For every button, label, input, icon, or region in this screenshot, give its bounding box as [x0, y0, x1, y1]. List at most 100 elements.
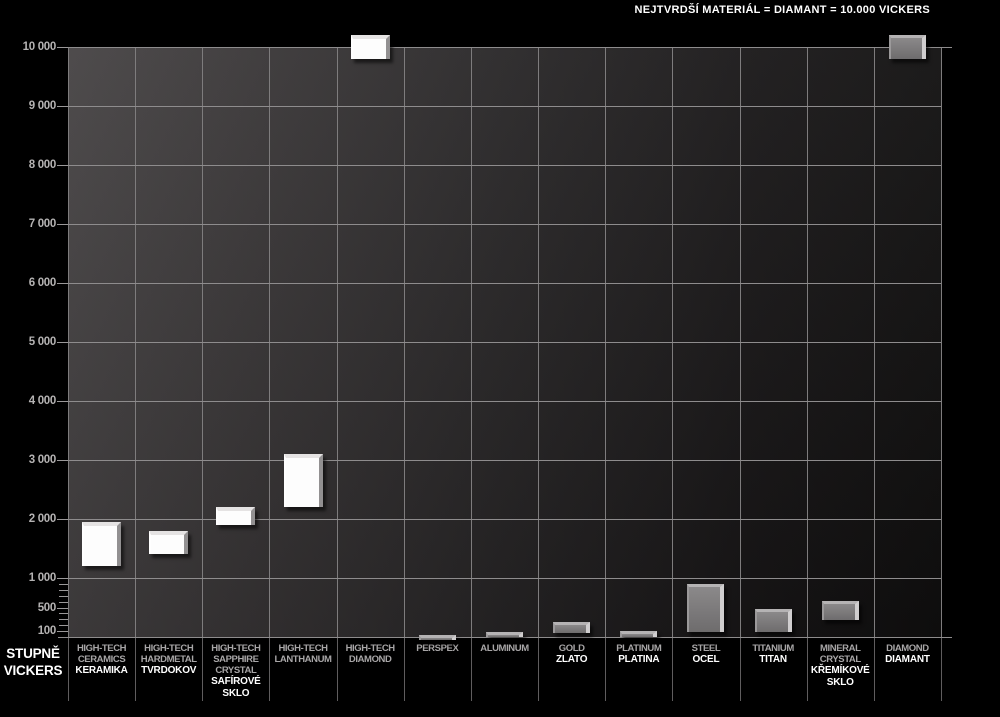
category-label-high-tech-diamond: HIGH-TECHDIAMOND	[337, 642, 404, 714]
bar-platinum	[620, 631, 657, 637]
gridline	[68, 342, 941, 343]
y-axis-minor-tick	[59, 619, 68, 620]
category-label-en-line: HIGH-TECH	[68, 643, 135, 654]
category-label-steel: STEELOCEL	[672, 642, 739, 714]
gridline	[68, 401, 941, 402]
category-label-en-line: STEEL	[672, 643, 739, 654]
category-label-en-line: TITANIUM	[740, 643, 807, 654]
category-label-cs-line: ZLATO	[538, 654, 605, 666]
y-tick-label: 8 000	[0, 159, 56, 171]
category-label-high-tech-hardmetal: HIGH-TECHHARDMETALTVRDOKOV	[135, 642, 202, 714]
y-axis-tick	[57, 224, 68, 225]
y-axis-minor-tick	[59, 584, 68, 585]
bar-high-tech-lanthanum	[284, 454, 323, 507]
chart-graphics-layer: 10 000 9 000 8 000 7 000 6 000 5 000 4 000 3 00…	[0, 0, 1000, 717]
bar-high-tech-sapphire-crystal	[216, 507, 255, 525]
category-label-en-line: LANTHANUM	[269, 654, 336, 665]
bar-steel	[687, 584, 724, 632]
category-label-en-line: ALUMINUM	[471, 643, 538, 654]
gridline	[68, 283, 941, 284]
y-axis-tick	[57, 519, 68, 520]
y-tick-label: 3 000	[0, 454, 56, 466]
y-tick-label: 9 000	[0, 100, 56, 112]
gridline	[68, 224, 941, 225]
y-axis-minor-tick	[59, 602, 68, 603]
category-label-high-tech-ceramics: HIGH-TECHCERAMICSKERAMIKA	[68, 642, 135, 714]
bar-high-tech-diamond	[351, 35, 390, 59]
category-label-en-line: DIAMOND	[337, 654, 404, 665]
category-label-platinum: PLATINUMPLATINA	[605, 642, 672, 714]
y-axis-unit-line1: STUPNĚ	[1, 645, 65, 662]
category-label-en-line: HIGH-TECH	[269, 643, 336, 654]
gridline	[68, 106, 941, 107]
category-label-en-line: CERAMICS	[68, 654, 135, 665]
bar-perspex	[419, 635, 456, 640]
y-axis-tick	[57, 578, 68, 579]
category-label-en-line: PERSPEX	[404, 643, 471, 654]
gridline	[68, 165, 941, 166]
category-label-cs-line: KŘEMÍKOVÉ	[807, 665, 874, 677]
column-separator	[941, 637, 942, 701]
category-label-en-line: SAPPHIRE	[202, 654, 269, 665]
bar-titanium	[755, 609, 792, 631]
y-tick-label: 5 000	[0, 336, 56, 348]
category-label-high-tech-lanthanum: HIGH-TECHLANTHANUM	[269, 642, 336, 714]
gridline	[68, 578, 941, 579]
bar-high-tech-ceramics	[82, 522, 121, 566]
y-axis-unit-line2: VICKERS	[1, 662, 65, 679]
category-label-cs-line: SKLO	[202, 688, 269, 700]
category-label-en-line: MINERAL	[807, 643, 874, 654]
category-label-cs-line: DIAMANT	[874, 654, 941, 666]
bar-high-tech-hardmetal	[149, 531, 188, 555]
y-tick-label: 100	[0, 625, 56, 637]
category-label-en-line: HIGH-TECH	[202, 643, 269, 654]
gridline-10000	[58, 47, 952, 48]
bar-diamond	[889, 35, 926, 59]
y-axis-tick	[57, 47, 68, 48]
category-label-en-line: GOLD	[538, 643, 605, 654]
category-label-cs-line: OCEL	[672, 654, 739, 666]
category-label-cs-line: SAFÍROVÉ	[202, 676, 269, 688]
category-label-mineral-crystal: MINERALCRYSTALKŘEMÍKOVÉSKLO	[807, 642, 874, 714]
category-label-diamond: DIAMONDDIAMANT	[874, 642, 941, 714]
bar-aluminum	[486, 632, 523, 637]
axis-baseline	[58, 637, 952, 638]
y-axis-tick	[57, 631, 68, 632]
category-label-en-line: HARDMETAL	[135, 654, 202, 665]
y-axis-minor-tick	[59, 596, 68, 597]
category-label-cs-line: TITAN	[740, 654, 807, 666]
category-label-en-line: CRYSTAL	[807, 654, 874, 665]
bar-mineral-crystal	[822, 601, 859, 620]
gridline-vertical	[941, 47, 942, 637]
y-axis-tick	[57, 106, 68, 107]
category-label-en-line: HIGH-TECH	[135, 643, 202, 654]
y-axis-tick	[57, 460, 68, 461]
y-axis-tick	[57, 401, 68, 402]
vickers-hardness-chart: NEJTVRDŠÍ MATERIÁL = DIAMANT = 10.000 VI…	[0, 0, 1000, 717]
gridline	[68, 460, 941, 461]
category-label-aluminum: ALUMINUM	[471, 642, 538, 714]
y-axis-unit-label: STUPNĚ VICKERS	[1, 645, 65, 679]
gridline	[68, 519, 941, 520]
y-tick-label: 4 000	[0, 395, 56, 407]
category-label-en-line: HIGH-TECH	[337, 643, 404, 654]
y-axis-minor-tick	[59, 590, 68, 591]
category-label-en-line: PLATINUM	[605, 643, 672, 654]
category-label-en-line: CRYSTAL	[202, 665, 269, 676]
y-axis-minor-tick	[59, 613, 68, 614]
y-tick-label: 7 000	[0, 218, 56, 230]
y-axis-tick	[57, 283, 68, 284]
category-label-cs-line: KERAMIKA	[68, 665, 135, 677]
category-label-titanium: TITANIUMTITAN	[740, 642, 807, 714]
y-tick-label: 10 000	[0, 41, 56, 53]
category-label-gold: GOLDZLATO	[538, 642, 605, 714]
y-axis-tick	[57, 342, 68, 343]
category-labels: HIGH-TECHCERAMICSKERAMIKAHIGH-TECHHARDME…	[68, 642, 941, 714]
y-tick-label: 6 000	[0, 277, 56, 289]
y-axis-minor-tick	[59, 625, 68, 626]
category-label-cs-line: PLATINA	[605, 654, 672, 666]
y-axis-tick	[57, 165, 68, 166]
category-label-perspex: PERSPEX	[404, 642, 471, 714]
y-tick-label: 500	[0, 602, 56, 614]
y-tick-label: 1 000	[0, 572, 56, 584]
